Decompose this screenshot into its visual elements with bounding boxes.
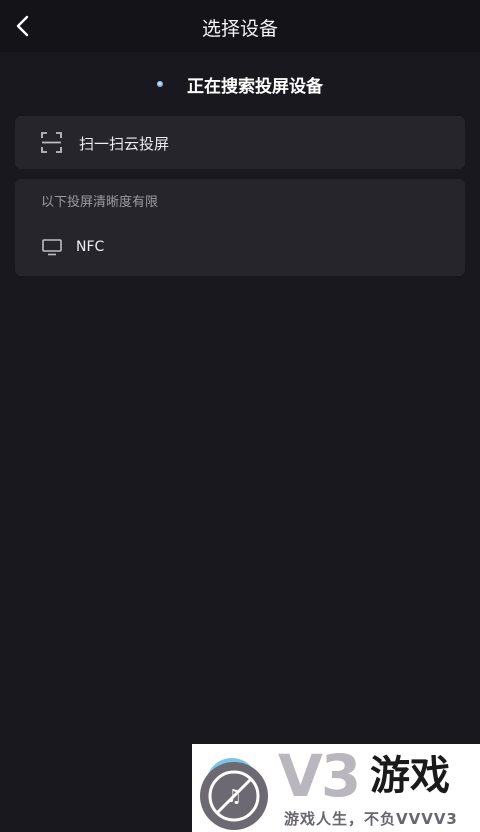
watermark-brand: 游戏 bbox=[370, 753, 450, 799]
v3-watermark: ♫ V3 游戏 游戏人生，不负VVVV3 bbox=[192, 744, 480, 832]
searching-status: 正在搜索投屏设备 bbox=[0, 72, 480, 97]
device-list-card: 以下投屏清晰度有限 NFC bbox=[15, 179, 465, 276]
device-name: NFC bbox=[76, 239, 105, 255]
watermark-slogan: 游戏人生，不负VVVV3 bbox=[284, 810, 458, 828]
page-title: 选择设备 bbox=[201, 18, 278, 40]
scan-label: 扫一扫云投屏 bbox=[79, 135, 170, 153]
top-bar: 选择设备 bbox=[0, 0, 480, 52]
device-list-header: 以下投屏清晰度有限 bbox=[41, 195, 159, 210]
svg-text:♫: ♫ bbox=[226, 786, 242, 807]
watermark-mark: V3 bbox=[278, 742, 361, 810]
loading-dot-icon bbox=[157, 81, 163, 87]
scan-frame-icon bbox=[41, 132, 62, 153]
tv-monitor-icon bbox=[42, 239, 62, 256]
device-item-nfc[interactable]: NFC bbox=[15, 229, 465, 267]
music-disc-logo-icon: ♫ bbox=[200, 758, 268, 830]
select-device-screen: 选择设备 正在搜索投屏设备 扫一扫云投屏 以下投屏清晰度有限 NFC ♫ V3 … bbox=[0, 0, 480, 832]
searching-text: 正在搜索投屏设备 bbox=[187, 76, 323, 97]
scan-cloud-cast-button[interactable]: 扫一扫云投屏 bbox=[15, 116, 465, 169]
